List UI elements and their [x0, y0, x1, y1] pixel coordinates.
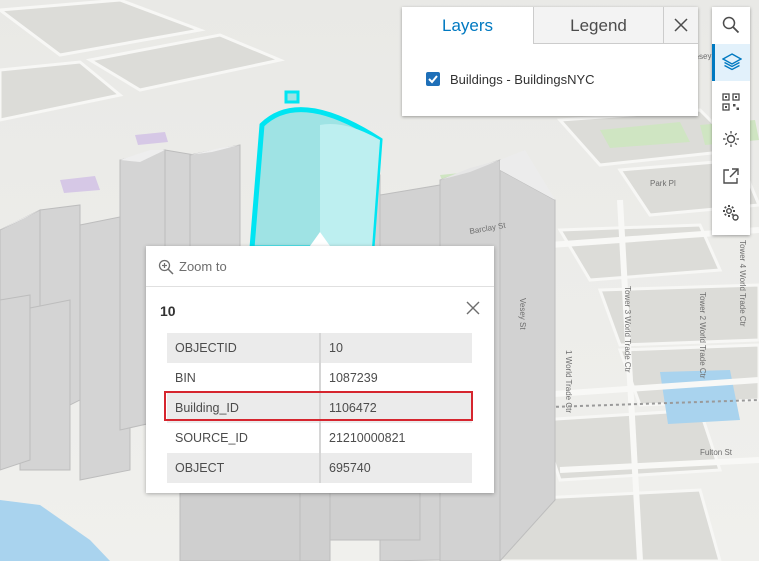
attribute-key: OBJECT: [167, 453, 321, 483]
svg-text:Tower 3 World Trade Ctr: Tower 3 World Trade Ctr: [623, 286, 632, 373]
table-row: BIN 1087239: [167, 363, 472, 393]
close-icon[interactable]: [464, 299, 482, 317]
layer-visibility-checkbox[interactable]: [426, 72, 440, 86]
svg-text:Fulton St: Fulton St: [700, 448, 733, 457]
share-icon: [723, 168, 739, 184]
feature-popup: Zoom to 10 OBJECTID 10 BIN 1087239 Build…: [146, 246, 494, 493]
panel-close-button[interactable]: [663, 7, 698, 44]
table-row: OBJECT 695740: [167, 453, 472, 483]
zoom-to-action[interactable]: Zoom to: [146, 246, 494, 287]
qr-code-icon: [722, 93, 740, 111]
attribute-value: 21210000821: [329, 431, 406, 445]
table-row: SOURCE_ID 21210000821: [167, 423, 472, 453]
close-icon: [674, 18, 688, 32]
map-toolbar: [712, 7, 750, 235]
qr-code-button[interactable]: [712, 84, 750, 121]
tab-layers[interactable]: Layers: [402, 7, 533, 44]
attribute-key: Building_ID: [167, 393, 321, 423]
attribute-key: BIN: [167, 363, 321, 393]
attribute-key: SOURCE_ID: [167, 423, 321, 453]
checkmark-icon: [428, 75, 438, 84]
search-icon: [722, 16, 740, 34]
svg-text:1 World Trade Ctr: 1 World Trade Ctr: [564, 350, 573, 413]
attribute-key: OBJECTID: [167, 333, 321, 363]
svg-text:Vesey St: Vesey St: [518, 298, 527, 330]
popup-pointer: [310, 232, 330, 246]
svg-text:Tower 4 World Trade Ctr: Tower 4 World Trade Ctr: [738, 240, 747, 327]
popup-title: 10: [160, 303, 176, 319]
table-row: OBJECTID 10: [167, 333, 472, 363]
layers-button[interactable]: [712, 44, 750, 81]
layer-label: Buildings - BuildingsNYC: [450, 72, 595, 87]
zoom-to-label: Zoom to: [179, 259, 227, 274]
attribute-value: 1087239: [329, 371, 378, 385]
attribute-value: 1106472: [320, 393, 472, 423]
share-button[interactable]: [712, 158, 750, 195]
daylight-icon: [723, 131, 739, 147]
svg-text:Tower 2 World Trade Ctr: Tower 2 World Trade Ctr: [698, 292, 707, 379]
layer-list-panel: Layers Legend Buildings - BuildingsNYC: [402, 7, 698, 116]
settings-icon: [723, 205, 739, 221]
settings-button[interactable]: [712, 195, 750, 232]
table-row: Building_ID 1106472: [167, 393, 472, 423]
attribute-table: OBJECTID 10 BIN 1087239 Building_ID 1106…: [167, 333, 472, 483]
layers-icon: [722, 53, 742, 71]
daylight-button[interactable]: [712, 121, 750, 158]
street-label: Park Pl: [650, 179, 676, 188]
zoom-in-icon: [158, 259, 174, 275]
search-button[interactable]: [712, 7, 750, 44]
panel-tabs: Layers Legend: [402, 7, 698, 44]
attribute-value: 10: [320, 333, 472, 363]
tab-legend[interactable]: Legend: [533, 7, 663, 44]
attribute-value: 695740: [320, 453, 472, 483]
